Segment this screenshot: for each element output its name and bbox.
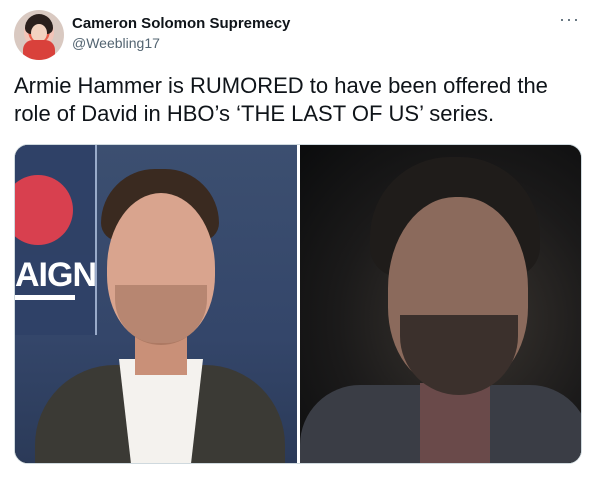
media-grid[interactable]: AIGN [14, 144, 582, 464]
tweet-header: Cameron Solomon Supremecy @Weebling17 ··… [14, 10, 580, 62]
avatar-body [23, 40, 55, 60]
backdrop-underline [15, 295, 75, 300]
user-handle[interactable]: @Weebling17 [72, 34, 290, 52]
tweet-text: Armie Hammer is RUMORED to have been off… [14, 73, 548, 126]
photo-armie-hammer[interactable]: AIGN [15, 145, 297, 463]
display-name[interactable]: Cameron Solomon Supremecy [72, 14, 290, 34]
stubble [115, 285, 207, 345]
beard [400, 315, 518, 395]
avatar[interactable] [14, 10, 64, 60]
backdrop-text: AIGN [15, 256, 97, 294]
photo-david-character[interactable] [300, 145, 581, 463]
more-options-icon[interactable]: ··· [559, 10, 580, 28]
user-names[interactable]: Cameron Solomon Supremecy @Weebling17 [72, 14, 290, 52]
shirt [420, 383, 490, 463]
